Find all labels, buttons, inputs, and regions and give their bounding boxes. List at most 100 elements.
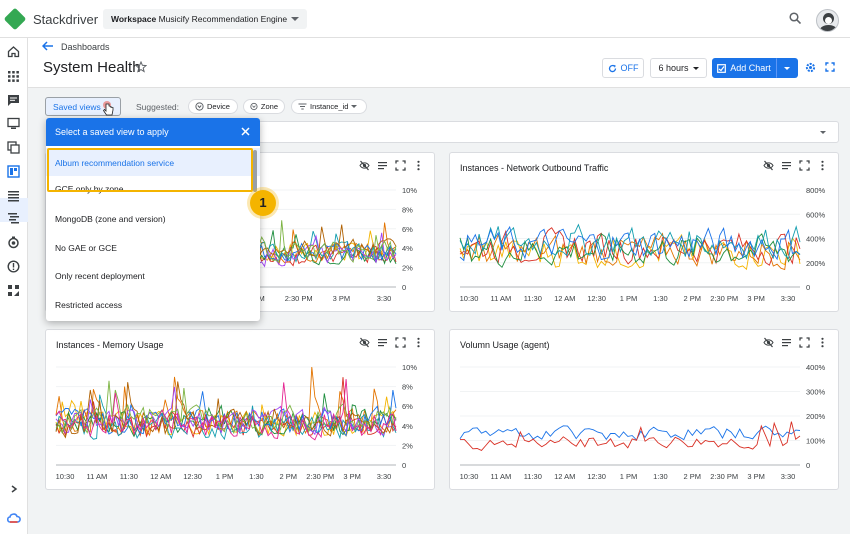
x-tick-label: 1 PM bbox=[620, 294, 638, 303]
workspace-label: Workspace bbox=[111, 14, 157, 24]
x-tick-label: 3 PM bbox=[747, 472, 765, 481]
x-tick-label: 2 PM bbox=[684, 472, 702, 481]
saved-views-scrollbar[interactable] bbox=[253, 150, 257, 192]
monitor-icon[interactable] bbox=[7, 117, 20, 130]
refresh-icon bbox=[608, 64, 616, 72]
saved-view-item-restricted-access[interactable]: Restricted access bbox=[46, 290, 260, 318]
workspace-selector[interactable]: Workspace Musicify Recommendation Engine bbox=[103, 9, 307, 29]
auto-refresh-button[interactable]: OFF bbox=[602, 58, 644, 78]
chevron-down-icon bbox=[351, 105, 358, 108]
trace-icon[interactable] bbox=[7, 211, 20, 224]
cloud-logo-icon bbox=[7, 513, 21, 523]
x-tick-label: 2 PM bbox=[280, 472, 298, 481]
filter-chip-instance-id[interactable]: Instance_id bbox=[291, 99, 367, 114]
y-tick-label: 400% bbox=[806, 235, 826, 244]
y-tick-label: 10% bbox=[402, 186, 417, 195]
y-tick-label: 4% bbox=[402, 244, 413, 253]
logs-icon[interactable] bbox=[7, 189, 20, 202]
apps-grid-icon[interactable] bbox=[7, 70, 20, 83]
error-icon[interactable] bbox=[7, 260, 20, 273]
x-tick-label: 11 AM bbox=[491, 294, 512, 303]
x-tick-label: 11:30 bbox=[524, 472, 542, 481]
profiler-icon[interactable] bbox=[7, 284, 20, 297]
chart-plot: 10% 8% 6% 4% 2% 0 10:30 11 AM 11:30 12 AM 12:30 1 P… bbox=[55, 363, 417, 481]
y-tick-label: 2% bbox=[402, 441, 413, 450]
x-tick-label: 11:30 bbox=[524, 294, 542, 303]
top-bar: Stackdriver Workspace Musicify Recommend… bbox=[0, 0, 850, 38]
dashboard-icon[interactable] bbox=[7, 165, 20, 178]
back-arrow-icon[interactable] bbox=[42, 41, 54, 51]
step-badge: 1 bbox=[250, 190, 276, 216]
auto-refresh-label: OFF bbox=[620, 63, 639, 73]
filter-icon bbox=[298, 103, 307, 110]
chevron-down-icon bbox=[291, 17, 299, 21]
y-tick-label: 300% bbox=[806, 388, 826, 397]
x-tick-label: 12 AM bbox=[554, 294, 575, 303]
message-icon[interactable] bbox=[7, 94, 20, 107]
add-chart-label: Add Chart bbox=[730, 63, 771, 73]
page-title: System Health bbox=[43, 59, 141, 76]
fullscreen-icon[interactable] bbox=[825, 62, 835, 72]
y-tick-label: 0 bbox=[806, 283, 810, 292]
search-icon[interactable] bbox=[789, 12, 801, 24]
copy-icon[interactable] bbox=[7, 141, 20, 154]
x-tick-label: 10:30 bbox=[460, 294, 479, 303]
x-tick-label: 2:30 PM bbox=[710, 472, 738, 481]
filter-dropdown-row[interactable] bbox=[258, 121, 839, 143]
filter-chip-label: Instance_id bbox=[310, 102, 349, 111]
x-tick-label: 12 AM bbox=[554, 472, 575, 481]
saved-view-item-mongodb[interactable]: MongoDB (zone and version) bbox=[46, 204, 260, 232]
x-tick-label: 1 PM bbox=[216, 472, 234, 481]
breadcrumb[interactable]: Dashboards bbox=[61, 42, 110, 52]
add-chart-icon bbox=[717, 63, 727, 73]
x-tick-label: 10:30 bbox=[56, 472, 75, 481]
saved-view-item-no-gae-gce[interactable]: No GAE or GCE bbox=[46, 233, 260, 261]
filter-chip-label: Zone bbox=[260, 102, 278, 111]
y-tick-label: 800% bbox=[806, 186, 826, 195]
stackdriver-logo bbox=[3, 7, 27, 31]
y-tick-label: 100% bbox=[806, 437, 826, 446]
series-line bbox=[459, 425, 801, 441]
star-icon[interactable] bbox=[135, 61, 147, 73]
x-tick-label: 12 AM bbox=[150, 472, 171, 481]
app-name: Stackdriver bbox=[33, 12, 99, 27]
x-tick-label: 2:30 PM bbox=[306, 472, 334, 481]
saved-view-item-recent-deployment[interactable]: Only recent deployment bbox=[46, 261, 260, 289]
filter-chip-label: Device bbox=[207, 102, 230, 111]
tutorial-highlight bbox=[47, 148, 253, 192]
add-filter-icon bbox=[250, 102, 258, 111]
filter-chip-zone[interactable]: Zone bbox=[243, 99, 285, 114]
x-tick-label: 12:30 bbox=[587, 472, 606, 481]
add-chart-button[interactable]: Add Chart bbox=[712, 58, 776, 78]
gear-icon[interactable] bbox=[805, 62, 816, 73]
y-tick-label: 6% bbox=[402, 402, 413, 411]
x-tick-label: 3 PM bbox=[343, 472, 361, 481]
saved-views-panel-title: Select a saved view to apply bbox=[55, 127, 169, 137]
chart-card-memory-usage: Instances - Memory Usage 10% 8% 6% 4% 2% 0 10:3… bbox=[45, 329, 435, 490]
debug-icon[interactable] bbox=[7, 236, 20, 249]
chart-card-network-outbound: Instances - Network Outbound Traffic 800%… bbox=[449, 152, 839, 312]
time-range-select[interactable]: 6 hours bbox=[650, 58, 707, 78]
y-tick-label: 6% bbox=[402, 225, 413, 234]
close-icon[interactable] bbox=[241, 127, 250, 136]
y-tick-label: 600% bbox=[806, 210, 826, 219]
saved-views-panel-header: Select a saved view to apply bbox=[46, 118, 260, 146]
x-tick-label: 3:30 bbox=[377, 294, 392, 303]
suggested-label: Suggested: bbox=[136, 102, 180, 112]
x-tick-label: 11 AM bbox=[491, 472, 512, 481]
filter-chip-device[interactable]: Device bbox=[188, 99, 238, 114]
x-tick-label: 3:30 bbox=[781, 472, 796, 481]
workspace-name: Musicify Recommendation Engine bbox=[158, 14, 288, 24]
chart-plot: 400% 300% 200% 100% 0 10:30 11 AM 11:30 12 AM 12:… bbox=[459, 363, 826, 481]
y-tick-label: 0 bbox=[402, 461, 406, 470]
x-tick-label: 10:30 bbox=[460, 472, 479, 481]
x-tick-label: 2 PM bbox=[684, 294, 702, 303]
x-tick-label: 2:30 PM bbox=[285, 294, 313, 303]
add-chart-menu-button[interactable] bbox=[776, 58, 798, 78]
expand-sidebar-icon[interactable] bbox=[10, 485, 18, 493]
avatar[interactable] bbox=[816, 9, 839, 32]
y-tick-label: 8% bbox=[402, 205, 413, 214]
chevron-down-icon bbox=[692, 66, 699, 70]
x-tick-label: 3:30 bbox=[377, 472, 392, 481]
home-icon[interactable] bbox=[7, 45, 20, 58]
